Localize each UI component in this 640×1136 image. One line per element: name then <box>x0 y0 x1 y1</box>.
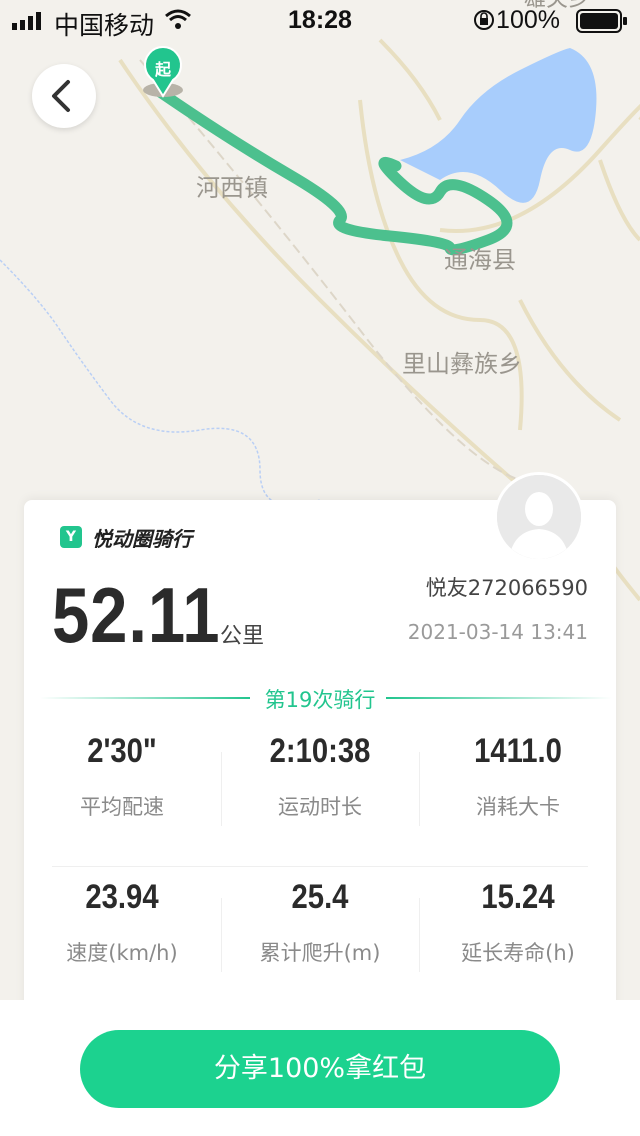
map-label-lishan: 里山彝族乡 <box>402 350 522 378</box>
stat-life-extension: 15.24 延长寿命(h) <box>420 878 616 967</box>
stat-divider <box>221 752 222 826</box>
stat-value: 25.4 <box>291 878 349 916</box>
map-label-tonghai: 通海县 <box>444 246 516 274</box>
ride-count: 第19次骑行 <box>264 688 376 712</box>
stat-duration: 2:10:38 运动时长 <box>222 732 418 821</box>
brand-name: 悦动圈骑行 <box>92 526 192 551</box>
battery-icon <box>576 9 627 33</box>
stat-label: 延长寿命(h) <box>461 941 575 965</box>
status-bar: 中国移动 18:28 100% <box>0 0 640 40</box>
stat-divider <box>419 898 420 972</box>
stat-value: 2'30" <box>87 732 157 770</box>
rotation-lock-icon <box>474 10 494 30</box>
distance-value: 52.11 <box>52 571 221 659</box>
stat-value: 1411.0 <box>474 732 562 770</box>
stat-value: 2:10:38 <box>269 732 371 770</box>
divider-right <box>386 697 612 699</box>
ride-datetime: 2021-03-14 13:41 <box>407 620 588 644</box>
brand: Y 悦动圈骑行 <box>60 524 192 551</box>
stat-elevation-gain: 25.4 累计爬升(m) <box>222 878 418 967</box>
stat-label: 运动时长 <box>278 795 362 819</box>
brand-logo-icon: Y <box>60 526 82 548</box>
stat-label: 平均配速 <box>80 795 164 819</box>
stat-value: 23.94 <box>85 878 159 916</box>
bottom-bar: 分享100%拿红包 <box>0 1000 640 1136</box>
username: 悦友272066590 <box>425 576 588 600</box>
stat-speed: 23.94 速度(km/h) <box>24 878 220 967</box>
map-label-hexi: 河西镇 <box>196 174 268 202</box>
stat-label: 速度(km/h) <box>66 941 178 965</box>
stat-label: 消耗大卡 <box>476 795 560 819</box>
stat-divider <box>419 752 420 826</box>
share-button[interactable]: 分享100%拿红包 <box>80 1030 560 1108</box>
avatar[interactable] <box>494 472 584 562</box>
stat-label: 累计爬升(m) <box>259 941 381 965</box>
battery-percent: 100% <box>496 6 560 34</box>
start-marker-label: 起 <box>154 60 172 79</box>
chevron-left-icon <box>52 80 70 112</box>
start-marker[interactable]: 起 <box>143 46 183 98</box>
back-button[interactable] <box>32 64 96 128</box>
stats-row-divider <box>52 866 588 867</box>
ride-summary-card: Y 悦动圈骑行 52.11 公里 悦友272066590 2021-03-14 … <box>24 472 616 1020</box>
user-silhouette-icon <box>497 475 581 559</box>
distance-unit: 公里 <box>220 624 265 649</box>
stat-value: 15.24 <box>481 878 555 916</box>
stat-calories: 1411.0 消耗大卡 <box>420 732 616 821</box>
stat-divider <box>221 898 222 972</box>
stat-avg-pace: 2'30" 平均配速 <box>24 732 220 821</box>
